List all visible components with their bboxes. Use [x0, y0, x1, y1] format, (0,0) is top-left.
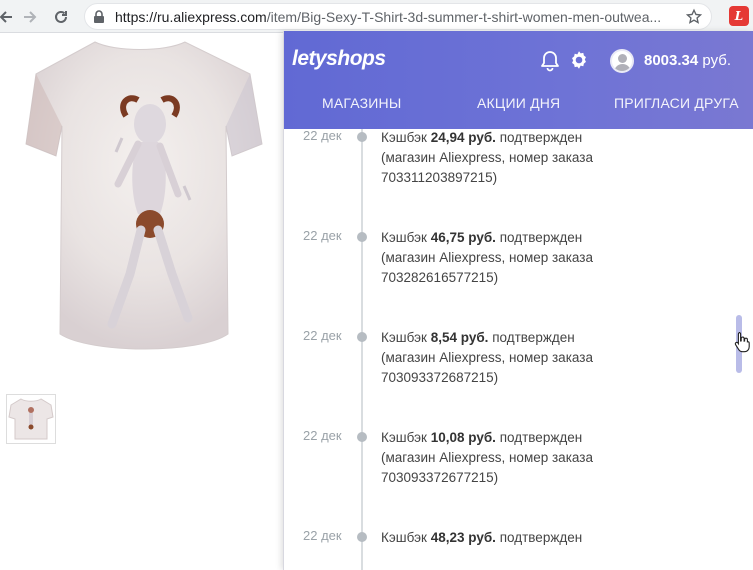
feed-store-line: (магазин Aliexpress, номер заказа — [381, 250, 593, 265]
url-path: /item/Big-Sexy-T-Shirt-3d-summer-t-shirt… — [266, 9, 662, 25]
reload-icon — [55, 10, 67, 23]
feed-order-number: 703282616577215) — [381, 270, 499, 285]
bookmark-star-icon[interactable] — [685, 8, 703, 26]
avatar-head — [618, 54, 627, 63]
url-host: https://ru.aliexpress.com — [115, 9, 267, 25]
thumbnail-image — [8, 398, 54, 440]
gear-icon[interactable] — [568, 49, 590, 71]
timeline-dot — [357, 332, 367, 342]
lock-icon — [94, 10, 104, 23]
feed-status: подтвержден — [492, 330, 575, 345]
feed-prefix: Кэшбэк — [381, 130, 427, 145]
reload-button[interactable] — [49, 5, 73, 29]
tab-deals-of-day[interactable]: АКЦИИ ДНЯ — [477, 95, 560, 111]
feed-date: 22 дек — [303, 428, 342, 443]
feed-amount: 24,94 руб. — [430, 130, 496, 145]
avatar-body — [614, 64, 631, 71]
letyshops-extension-button[interactable]: L — [729, 6, 749, 26]
feed-amount: 8,54 руб. — [430, 330, 489, 345]
letyshops-popup: letyshops 8003.34 руб. МАГАЗИНЫ АКЦИИ ДН… — [283, 31, 753, 570]
url-text[interactable]: https://ru.aliexpress.com/item/Big-Sexy-… — [115, 9, 675, 25]
popup-tabs: МАГАЗИНЫ АКЦИИ ДНЯ ПРИГЛАСИ ДРУГА — [284, 95, 753, 125]
feed-store-line: (магазин Aliexpress, номер заказа — [381, 350, 593, 365]
tab-stores[interactable]: МАГАЗИНЫ — [322, 95, 401, 111]
feed-prefix: Кэшбэк — [381, 430, 427, 445]
address-bar[interactable]: https://ru.aliexpress.com/item/Big-Sexy-… — [84, 3, 712, 30]
feed-order-number: 703093372687215) — [381, 370, 499, 385]
feed-prefix: Кэшбэк — [381, 230, 427, 245]
popup-header: letyshops 8003.34 руб. МАГАЗИНЫ АКЦИИ ДН… — [284, 31, 753, 129]
feed-status: подтвержден — [499, 530, 583, 545]
feed-message: Кэшбэк 24,94 руб. подтвержден (магазин A… — [381, 129, 681, 188]
timeline-dot — [357, 132, 367, 142]
feed-amount: 10,08 руб. — [430, 430, 496, 445]
product-thumbnail[interactable] — [6, 394, 56, 444]
feed-date: 22 дек — [303, 129, 342, 143]
feed-date: 22 дек — [303, 228, 342, 243]
feed-status: подтвержден — [499, 430, 583, 445]
feed-amount: 48,23 руб. — [430, 530, 496, 545]
feed-prefix: Кэшбэк — [381, 330, 427, 345]
balance-currency: руб. — [702, 52, 732, 69]
back-arrow-icon — [0, 11, 12, 23]
feed-status: подтвержден — [499, 130, 583, 145]
tab-invite-friend[interactable]: ПРИГЛАСИ ДРУГА — [614, 95, 739, 111]
feed-store-line: (магазин Aliexpress, номер заказа — [381, 450, 593, 465]
timeline-dot — [357, 532, 367, 542]
back-button[interactable] — [0, 5, 18, 29]
feed-message: Кэшбэк 46,75 руб. подтвержден (магазин A… — [381, 228, 681, 288]
timeline-line — [361, 129, 363, 570]
product-image[interactable] — [0, 34, 283, 364]
letyshops-logo[interactable]: letyshops — [292, 47, 386, 71]
forward-arrow-icon — [24, 11, 37, 23]
balance-display[interactable]: 8003.34 руб. — [644, 52, 731, 69]
feed-status: подтвержден — [499, 230, 583, 245]
hand-cursor-icon — [734, 331, 750, 353]
feed-message: Кэшбэк 48,23 руб. подтвержден — [381, 528, 681, 548]
feed-order-number: 703093372677215) — [381, 470, 499, 485]
feed-store-line: (магазин Aliexpress, номер заказа — [381, 150, 593, 165]
feed-prefix: Кэшбэк — [381, 530, 427, 545]
timeline-dot — [357, 432, 367, 442]
cashback-feed[interactable]: 22 дек Кэшбэк 24,94 руб. подтвержден (ма… — [284, 129, 753, 570]
bell-icon[interactable] — [540, 50, 560, 72]
feed-message: Кэшбэк 8,54 руб. подтвержден (магазин Al… — [381, 328, 681, 388]
browser-toolbar: https://ru.aliexpress.com/item/Big-Sexy-… — [0, 0, 753, 33]
product-gallery — [0, 34, 283, 570]
balance-value: 8003.34 — [644, 52, 699, 69]
forward-button[interactable] — [18, 5, 42, 29]
feed-amount: 46,75 руб. — [430, 230, 496, 245]
user-avatar[interactable] — [610, 49, 634, 73]
feed-order-number: 703311203897215) — [381, 170, 498, 185]
timeline-dot — [357, 232, 367, 242]
feed-date: 22 дек — [303, 328, 342, 343]
feed-message: Кэшбэк 10,08 руб. подтвержден (магазин A… — [381, 428, 681, 488]
feed-date: 22 дек — [303, 528, 342, 543]
